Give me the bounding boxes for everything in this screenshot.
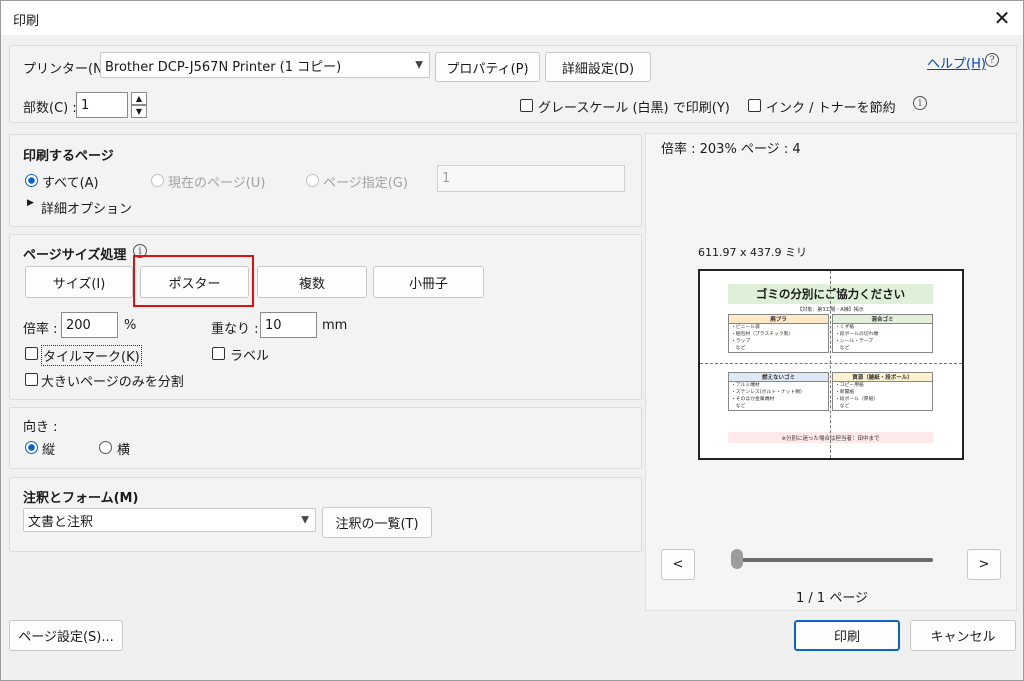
poster-item: ・コピー用紙 — [835, 383, 864, 388]
help-question-icon[interactable]: ? — [985, 53, 999, 67]
poster-item: など — [835, 346, 850, 351]
copies-label: 部数(C) : — [23, 101, 77, 116]
grayscale-label: グレースケール (白黒) で印刷(Y) — [538, 101, 730, 116]
overlap-label: 重なり : — [211, 322, 259, 337]
window-title: 印刷 — [13, 14, 40, 29]
poster-category: 混合ゴミ ・くず紙 ・段ボールの切れ端 ・シール・テープ など — [832, 314, 933, 353]
poster-item: ・ラップ — [731, 339, 751, 344]
comments-heading: 注釈とフォーム(M) — [23, 491, 139, 506]
preview-slider-track[interactable] — [737, 558, 933, 562]
scale-unit: % — [124, 318, 137, 333]
poster-category-name: 混合ゴミ — [833, 315, 932, 324]
comments-select[interactable]: 文書と注釈 ▼ — [23, 508, 316, 532]
more-options-label[interactable]: 詳細オプション — [41, 198, 132, 217]
poster-item: など — [731, 404, 746, 409]
highlight-box — [133, 255, 254, 307]
pages-range-radio[interactable] — [306, 174, 319, 187]
poster-category-items: ・アルミ端材 ・ステンレス(ボルト・ナット類) ・そのほか金属端材 など — [729, 382, 828, 410]
orientation-panel — [9, 407, 642, 469]
scale-input[interactable]: 200 — [61, 312, 118, 338]
printer-select-value: Brother DCP-J567N Printer (1 コピー) — [105, 59, 342, 75]
overlap-input[interactable]: 10 — [260, 312, 317, 338]
preview-next-button[interactable]: > — [967, 549, 1001, 580]
pages-all-label: すべて(A) — [42, 176, 99, 191]
printer-select[interactable]: Brother DCP-J567N Printer (1 コピー) ▼ — [100, 52, 430, 78]
copies-up-icon[interactable]: ▲ — [131, 92, 147, 105]
cancel-button[interactable]: キャンセル — [910, 620, 1016, 651]
poster-category-items: ・コピー用紙 ・新聞紙 ・段ボール（厚紙） など — [833, 382, 932, 410]
pages-current-radio[interactable] — [151, 174, 164, 187]
poster-category-name: 資源（雑紙・段ボール） — [833, 373, 932, 382]
portrait-label: 縦 — [42, 443, 56, 458]
info-icon[interactable]: i — [913, 96, 927, 110]
tab-booklet[interactable]: 小冊子 — [373, 266, 484, 298]
page-sizing-heading: ページサイズ処理 — [23, 248, 127, 263]
poster-item: ・そのほか金属端材 — [731, 397, 775, 402]
comments-select-value: 文書と注釈 — [28, 514, 94, 530]
poster-item: など — [731, 346, 746, 351]
save-ink-checkbox[interactable] — [748, 99, 761, 112]
labels-label: ラベル — [230, 349, 270, 364]
poster-item: ・くず紙 — [835, 325, 855, 330]
grayscale-checkbox[interactable] — [520, 99, 533, 112]
copies-input[interactable]: 1 — [76, 92, 128, 118]
tile-divider-vertical — [830, 271, 831, 458]
poster-item: など — [835, 404, 850, 409]
tab-size[interactable]: サイズ(I) — [25, 266, 133, 298]
poster-category: 廃プラ ・ビニール袋 ・梱包材（プラスチック製） ・ラップ など — [728, 314, 829, 353]
pages-range-input[interactable]: 1 — [437, 165, 625, 192]
preview-slider-thumb[interactable] — [731, 549, 743, 569]
chevron-down-icon: ▼ — [301, 514, 309, 526]
poster-category-items: ・ビニール袋 ・梱包材（プラスチック製） ・ラップ など — [729, 324, 828, 352]
pages-all-radio[interactable] — [25, 174, 38, 187]
advanced-button[interactable]: 詳細設定(D) — [545, 52, 651, 82]
poster-category-name: 燃えないゴミ — [729, 373, 828, 382]
poster-item: ・段ボールの切れ端 — [835, 332, 879, 337]
title-bar: 印刷 ✕ — [1, 1, 1023, 35]
save-ink-label: インク / トナーを節約 — [766, 101, 896, 116]
tile-divider-horizontal — [700, 363, 962, 364]
pages-range-label: ページ指定(G) — [323, 176, 408, 191]
close-icon[interactable]: ✕ — [987, 4, 1017, 32]
poster-category: 資源（雑紙・段ボール） ・コピー用紙 ・新聞紙 ・段ボール（厚紙） など — [832, 372, 933, 411]
pages-current-label: 現在のページ(U) — [168, 176, 266, 191]
landscape-label: 横 — [117, 443, 131, 458]
labels-checkbox[interactable] — [212, 347, 225, 360]
poster-item: ・段ボール（厚紙） — [835, 397, 879, 402]
print-button[interactable]: 印刷 — [794, 620, 900, 651]
poster-item: ・アルミ端材 — [731, 383, 760, 388]
poster-item: ・新聞紙 — [835, 390, 855, 395]
copies-down-icon[interactable]: ▼ — [131, 105, 147, 118]
orientation-heading: 向き : — [23, 420, 58, 435]
preview-dimensions: 611.97 x 437.9 ミリ — [698, 246, 807, 259]
page-indicator: 1 / 1 ページ — [796, 591, 869, 606]
comments-summary-button[interactable]: 注釈の一覧(T) — [322, 507, 432, 538]
pages-heading: 印刷するページ — [23, 149, 114, 164]
overlap-unit: mm — [322, 318, 348, 333]
poster-category-name: 廃プラ — [729, 315, 828, 324]
tab-multiple[interactable]: 複数 — [257, 266, 367, 298]
tile-marks-label: タイルマーク(K) — [41, 345, 142, 366]
poster-category-items: ・くず紙 ・段ボールの切れ端 ・シール・テープ など — [833, 324, 932, 352]
page-setup-button[interactable]: ページ設定(S)... — [9, 620, 123, 651]
landscape-radio[interactable] — [99, 441, 112, 454]
properties-button[interactable]: プロパティ(P) — [435, 52, 540, 82]
poster-item: ・シール・テープ — [835, 339, 874, 344]
chevron-down-icon: ▼ — [415, 59, 423, 71]
scale-label: 倍率 : — [23, 322, 58, 337]
help-link[interactable]: ヘルプ(H) — [927, 53, 986, 72]
preview-info: 倍率 : 203% ページ : 4 — [661, 142, 801, 157]
large-pages-only-label: 大きいページのみを分割 — [41, 375, 184, 390]
poster-item: ・ビニール袋 — [731, 325, 760, 330]
poster-category: 燃えないゴミ ・アルミ端材 ・ステンレス(ボルト・ナット類) ・そのほか金属端材… — [728, 372, 829, 411]
print-dialog: 印刷 ✕ プリンター(N) : Brother DCP-J567N Printe… — [0, 0, 1024, 681]
expand-triangle-icon[interactable]: ▶ — [27, 198, 34, 208]
preview-prev-button[interactable]: < — [661, 549, 695, 580]
poster-item: ・梱包材（プラスチック製） — [731, 332, 794, 337]
large-pages-only-checkbox[interactable] — [25, 373, 38, 386]
tile-marks-checkbox[interactable] — [25, 347, 38, 360]
portrait-radio[interactable] — [25, 441, 38, 454]
poster-item: ・ステンレス(ボルト・ナット類) — [731, 390, 802, 395]
